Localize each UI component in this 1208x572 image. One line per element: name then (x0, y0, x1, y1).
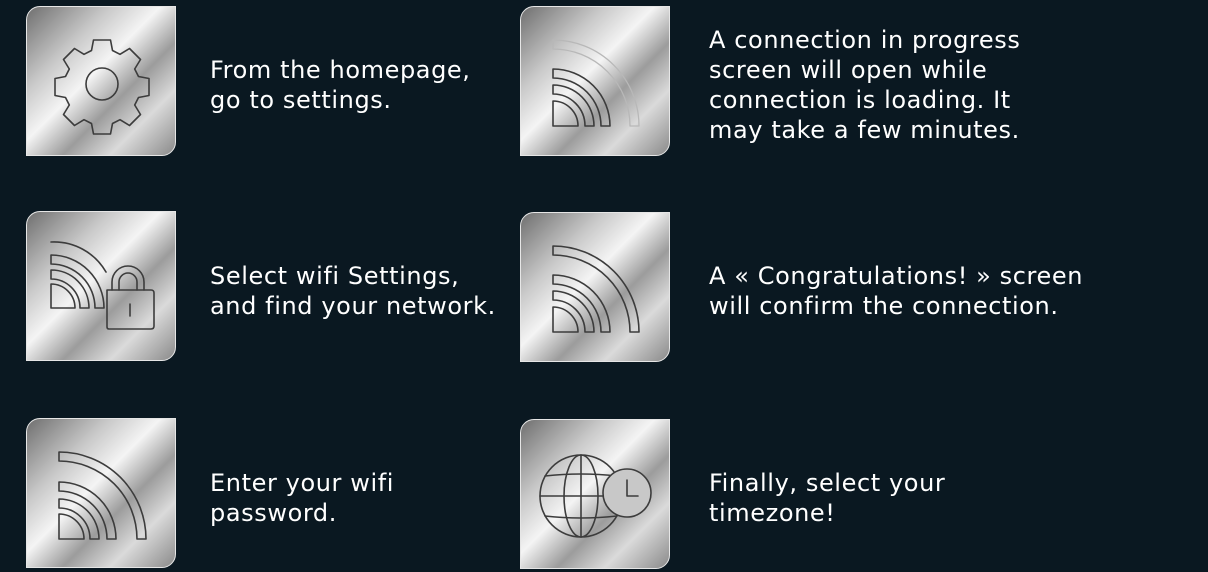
wifi-setup-instructions: From the homepage, go to settings. Selec… (0, 0, 1208, 572)
step-2-tile (26, 211, 176, 361)
step-2-text: Select wifi Settings, and find your netw… (210, 262, 496, 320)
wifi-loading-icon (552, 39, 640, 127)
wifi-icon (552, 245, 640, 333)
step-1-text: From the homepage, go to settings. (210, 56, 471, 114)
step-5-text: A « Congratulations! » screen will confi… (709, 262, 1084, 320)
step-3-tile (26, 418, 176, 568)
step-3-text: Enter your wifi password. (210, 469, 395, 527)
globe-clock-icon (539, 454, 652, 538)
step-4-tile (520, 6, 670, 156)
step-1-tile (26, 6, 176, 156)
gear-icon (54, 39, 150, 135)
step-4-text: A connection in progress screen will ope… (709, 26, 1021, 144)
step-6-text: Finally, select your timezone! (709, 469, 946, 527)
wifi-icon (58, 451, 147, 540)
wifi-lock-icon (50, 241, 155, 330)
step-6-tile (520, 419, 670, 569)
step-5-tile (520, 212, 670, 362)
